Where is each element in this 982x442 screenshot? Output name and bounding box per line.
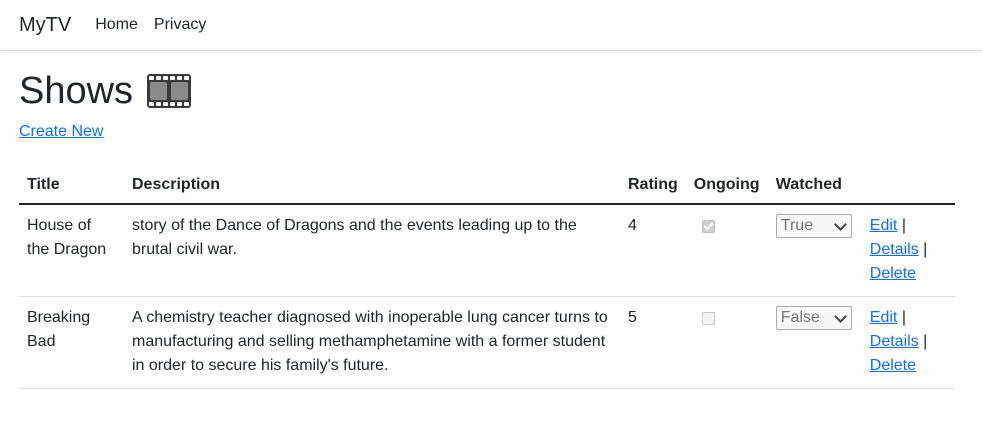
main-content: Shows Create New Title Description Ratin… xyxy=(0,69,982,389)
action-separator: | xyxy=(901,309,906,326)
shows-table: Title Description Rating Ongoing Watched… xyxy=(19,167,955,389)
cell-ongoing xyxy=(685,204,768,297)
film-frames-icon xyxy=(147,74,192,108)
ongoing-checkbox[interactable] xyxy=(701,312,715,325)
cell-watched: True xyxy=(767,204,862,297)
page-heading: Shows xyxy=(19,69,955,113)
cell-rating: 4 xyxy=(620,204,686,297)
table-row: Breaking Bad A chemistry teacher diagnos… xyxy=(19,296,955,389)
cell-rating: 5 xyxy=(620,296,686,389)
details-link[interactable]: Details xyxy=(870,333,919,350)
cell-ongoing xyxy=(685,296,768,389)
table-row: House of the Dragon story of the Dance o… xyxy=(19,204,955,297)
nav-link-privacy[interactable]: Privacy xyxy=(154,16,206,34)
edit-link[interactable]: Edit xyxy=(870,217,898,234)
delete-link[interactable]: Delete xyxy=(870,265,916,282)
cell-title: Breaking Bad xyxy=(19,296,124,389)
action-separator: | xyxy=(923,333,928,350)
header-description: Description xyxy=(124,167,620,205)
page-title: Shows xyxy=(19,70,134,112)
table-header-row: Title Description Rating Ongoing Watched xyxy=(19,167,955,205)
delete-link[interactable]: Delete xyxy=(870,357,916,374)
header-actions xyxy=(861,167,955,205)
details-link[interactable]: Details xyxy=(870,241,919,258)
header-title: Title xyxy=(19,167,124,205)
edit-link[interactable]: Edit xyxy=(870,309,898,326)
watched-select[interactable]: False xyxy=(775,306,852,330)
header-rating: Rating xyxy=(620,167,686,205)
cell-watched: False xyxy=(767,296,862,389)
watched-select[interactable]: True xyxy=(775,214,852,238)
chevron-down-icon xyxy=(833,309,847,323)
watched-select-value: False xyxy=(780,309,820,326)
action-separator: | xyxy=(901,217,906,234)
navbar: MyTV Home Privacy xyxy=(0,0,982,51)
cell-actions: Edit | Details | Delete xyxy=(861,204,955,297)
header-ongoing: Ongoing xyxy=(685,167,768,205)
header-watched: Watched xyxy=(767,167,862,205)
ongoing-checkbox[interactable] xyxy=(701,220,715,233)
cell-title: House of the Dragon xyxy=(19,204,124,297)
nav-link-home[interactable]: Home xyxy=(95,16,138,34)
cell-description: A chemistry teacher diagnosed with inope… xyxy=(124,296,620,389)
brand-link[interactable]: MyTV xyxy=(19,14,71,37)
cell-description: story of the Dance of Dragons and the ev… xyxy=(124,204,620,297)
create-new-link[interactable]: Create New xyxy=(19,123,103,141)
watched-select-value: True xyxy=(780,217,814,234)
cell-actions: Edit | Details | Delete xyxy=(861,296,955,389)
chevron-down-icon xyxy=(833,217,847,231)
action-separator: | xyxy=(923,241,928,258)
